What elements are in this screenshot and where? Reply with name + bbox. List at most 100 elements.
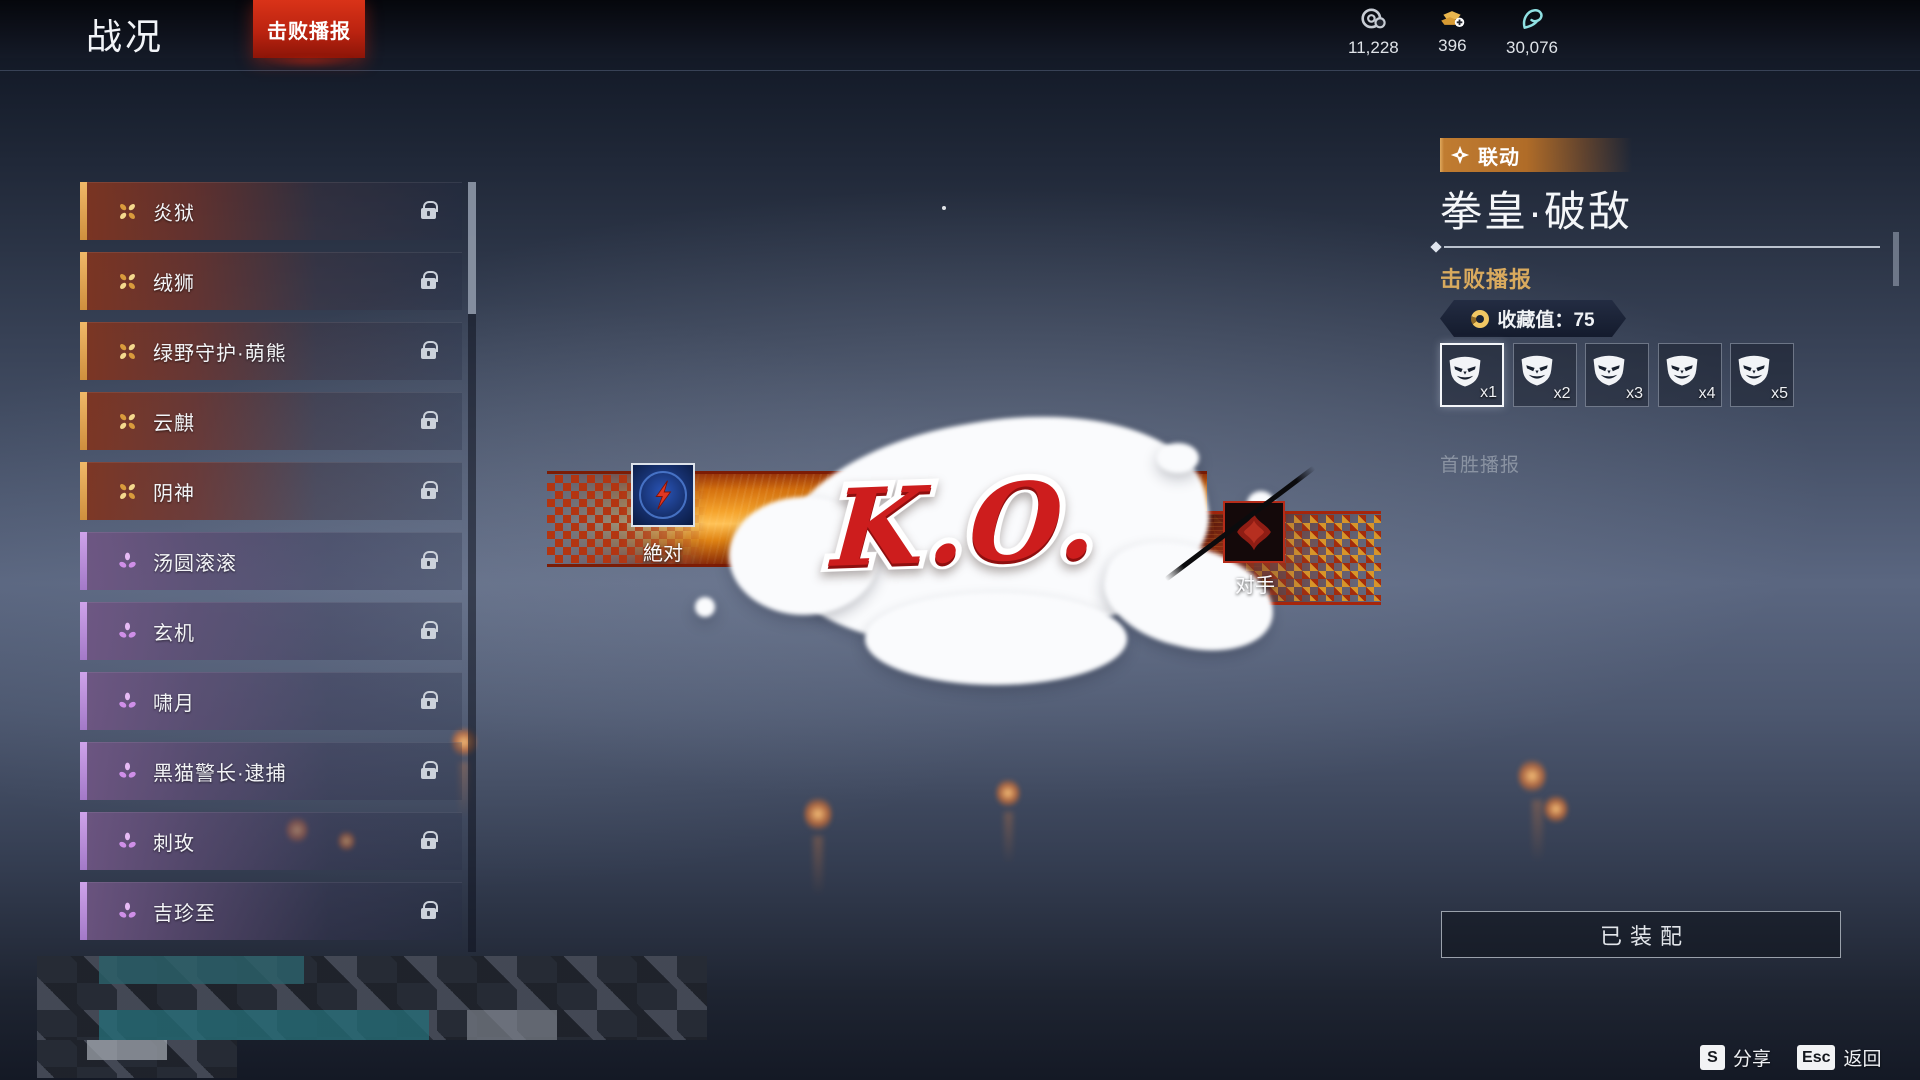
list-item[interactable]: 绿野守护·萌熊 — [80, 322, 462, 380]
currency-coin: 11,228 — [1348, 6, 1399, 58]
multiplier-label: x1 — [1480, 384, 1497, 402]
ko-text: K.O. K.O. — [703, 452, 1231, 596]
list-item-label: 云麒 — [153, 407, 195, 436]
lock-icon — [421, 558, 436, 569]
ko-text-fill: K.O. — [703, 452, 1231, 596]
lantern-reflection — [813, 836, 823, 896]
page-title: 战况 — [86, 8, 164, 60]
rarity-accent — [80, 392, 87, 450]
back-hotkey[interactable]: Esc 返回 — [1797, 1044, 1881, 1071]
lantern-reflection — [1532, 800, 1543, 862]
multiplier-tile-x2[interactable]: x2 — [1513, 343, 1577, 407]
ingot-icon — [1438, 6, 1466, 35]
opponent-name: 对手 — [1209, 569, 1301, 598]
purple-petal-icon — [116, 900, 139, 923]
lock-icon — [421, 278, 436, 289]
rarity-accent — [80, 742, 87, 800]
list-item[interactable]: 阴神 — [80, 462, 462, 520]
tab-defeat-broadcast[interactable]: 击败播报 — [253, 0, 365, 58]
purple-petal-icon — [116, 830, 139, 853]
list-item[interactable]: 吉珍至 — [80, 882, 462, 940]
rarity-accent — [80, 672, 87, 730]
currency-conch: 30,076 — [1506, 6, 1558, 58]
shuriken-icon — [1450, 145, 1470, 165]
purple-petal-icon — [116, 690, 139, 713]
gold-pinwheel-icon — [116, 480, 139, 503]
panel-divider — [1444, 246, 1880, 248]
winner-name: 絶对 — [617, 537, 709, 566]
item-category: 击败播报 — [1440, 262, 1532, 294]
lock-icon — [421, 418, 436, 429]
lock-icon — [421, 838, 436, 849]
purple-petal-icon — [116, 550, 139, 573]
mask-icon — [1590, 351, 1628, 394]
censored-player-info — [37, 1040, 237, 1078]
rarity-accent — [80, 322, 87, 380]
currency-value: 30,076 — [1506, 38, 1558, 58]
winner-emblem-icon — [645, 477, 681, 513]
coin-icon — [1360, 6, 1386, 37]
mask-icon — [1735, 351, 1773, 394]
back-label: 返回 — [1843, 1044, 1881, 1071]
list-item-label: 刺玫 — [153, 827, 195, 856]
list-item[interactable]: 云麒 — [80, 392, 462, 450]
gold-pinwheel-icon — [116, 410, 139, 433]
rarity-accent — [80, 812, 87, 870]
multiplier-label: x4 — [1699, 385, 1716, 403]
list-item[interactable]: 刺玫 — [80, 812, 462, 870]
list-item[interactable]: 黑猫警长·逮捕 — [80, 742, 462, 800]
multiplier-tile-x1[interactable]: x1 — [1440, 343, 1504, 407]
list-item[interactable]: 啸月 — [80, 672, 462, 730]
list-item-label: 绒狮 — [153, 267, 195, 296]
equipped-button[interactable]: 已装配 — [1441, 911, 1841, 958]
multiplier-tile-x5[interactable]: x5 — [1730, 343, 1794, 407]
lock-icon — [421, 698, 436, 709]
purple-petal-icon — [116, 620, 139, 643]
list-item-label: 汤圆滚滚 — [153, 547, 237, 576]
rarity-accent — [80, 252, 87, 310]
multiplier-label: x3 — [1626, 385, 1643, 403]
gold-pinwheel-icon — [116, 340, 139, 363]
list-item-label: 炎狱 — [153, 197, 195, 226]
multiplier-label: x2 — [1554, 385, 1571, 403]
tab-label: 击败播报 — [267, 15, 351, 44]
multiplier-tile-x4[interactable]: x4 — [1658, 343, 1722, 407]
list-item-label: 阴神 — [153, 477, 195, 506]
game-screen: 战况 击败播报 11,228 396 30,076 炎狱绒狮绿野守护·萌熊云麒阴神汤… — [0, 0, 1920, 1080]
lock-icon — [421, 488, 436, 499]
winner-avatar — [631, 463, 695, 527]
currency-value: 11,228 — [1348, 38, 1399, 58]
mask-icon — [1518, 351, 1556, 394]
multiplier-tiles: x1 x2 x3 x4 x5 — [1440, 343, 1794, 407]
rarity-accent — [80, 182, 87, 240]
list-item[interactable]: 绒狮 — [80, 252, 462, 310]
list-item-label: 吉珍至 — [153, 897, 216, 926]
lantern-glow — [996, 778, 1020, 808]
collection-value-badge: 收藏值：75 — [1440, 300, 1626, 337]
lock-icon — [421, 208, 436, 219]
panel-scrollbar-thumb[interactable] — [1893, 232, 1899, 286]
share-hotkey[interactable]: S 分享 — [1700, 1044, 1771, 1071]
rarity-accent — [80, 462, 87, 520]
conch-icon — [1519, 6, 1545, 37]
list-item[interactable]: 玄机 — [80, 602, 462, 660]
lock-icon — [421, 768, 436, 779]
hotkey-bar: S 分享 Esc 返回 — [1700, 1044, 1882, 1071]
back-key-badge: Esc — [1797, 1045, 1835, 1070]
item-title: 拳皇·破敌 — [1440, 178, 1632, 239]
list-item[interactable]: 炎狱 — [80, 182, 462, 240]
collection-label: 收藏值： — [1497, 310, 1573, 331]
multiplier-tile-x3[interactable]: x3 — [1585, 343, 1649, 407]
dust-speck — [942, 206, 946, 210]
list-item-label: 黑猫警长·逮捕 — [153, 757, 287, 786]
censored-player-info — [37, 956, 707, 1040]
collection-icon — [1471, 310, 1489, 328]
currency-value: 396 — [1438, 36, 1466, 56]
top-bar: 战况 击败播报 11,228 396 30,076 — [0, 0, 1920, 58]
list-scrollbar[interactable] — [468, 182, 476, 952]
list-scrollbar-thumb[interactable] — [468, 182, 476, 314]
lantern-reflection — [1004, 812, 1013, 864]
share-label: 分享 — [1733, 1044, 1771, 1071]
list-item[interactable]: 汤圆滚滚 — [80, 532, 462, 590]
share-key-badge: S — [1700, 1045, 1725, 1070]
